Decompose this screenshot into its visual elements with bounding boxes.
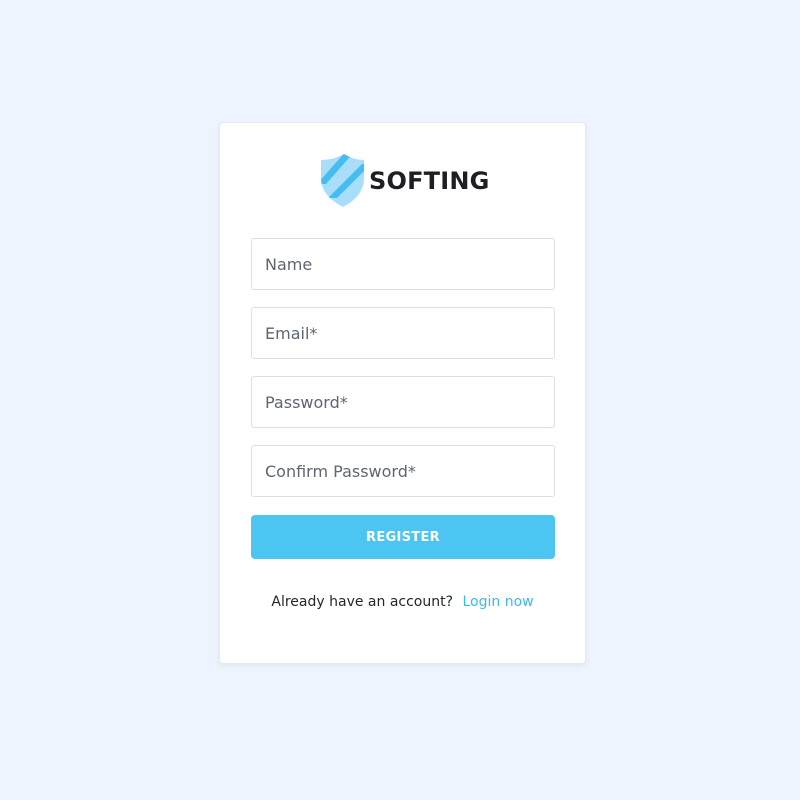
shield-icon [321, 154, 364, 207]
brand-name: SOFTING [369, 167, 490, 195]
register-card: SOFTING REGISTER Already have an account… [219, 122, 586, 664]
login-prompt: Already have an account? Login now [220, 594, 585, 610]
password-field[interactable] [251, 376, 555, 428]
login-prompt-text: Already have an account? [271, 594, 454, 610]
register-button[interactable]: REGISTER [251, 515, 555, 559]
login-link[interactable]: Login now [462, 594, 533, 610]
brand-logo: SOFTING [321, 154, 490, 208]
email-field[interactable] [251, 307, 555, 359]
confirm-password-field[interactable] [251, 445, 555, 497]
name-field[interactable] [251, 238, 555, 290]
